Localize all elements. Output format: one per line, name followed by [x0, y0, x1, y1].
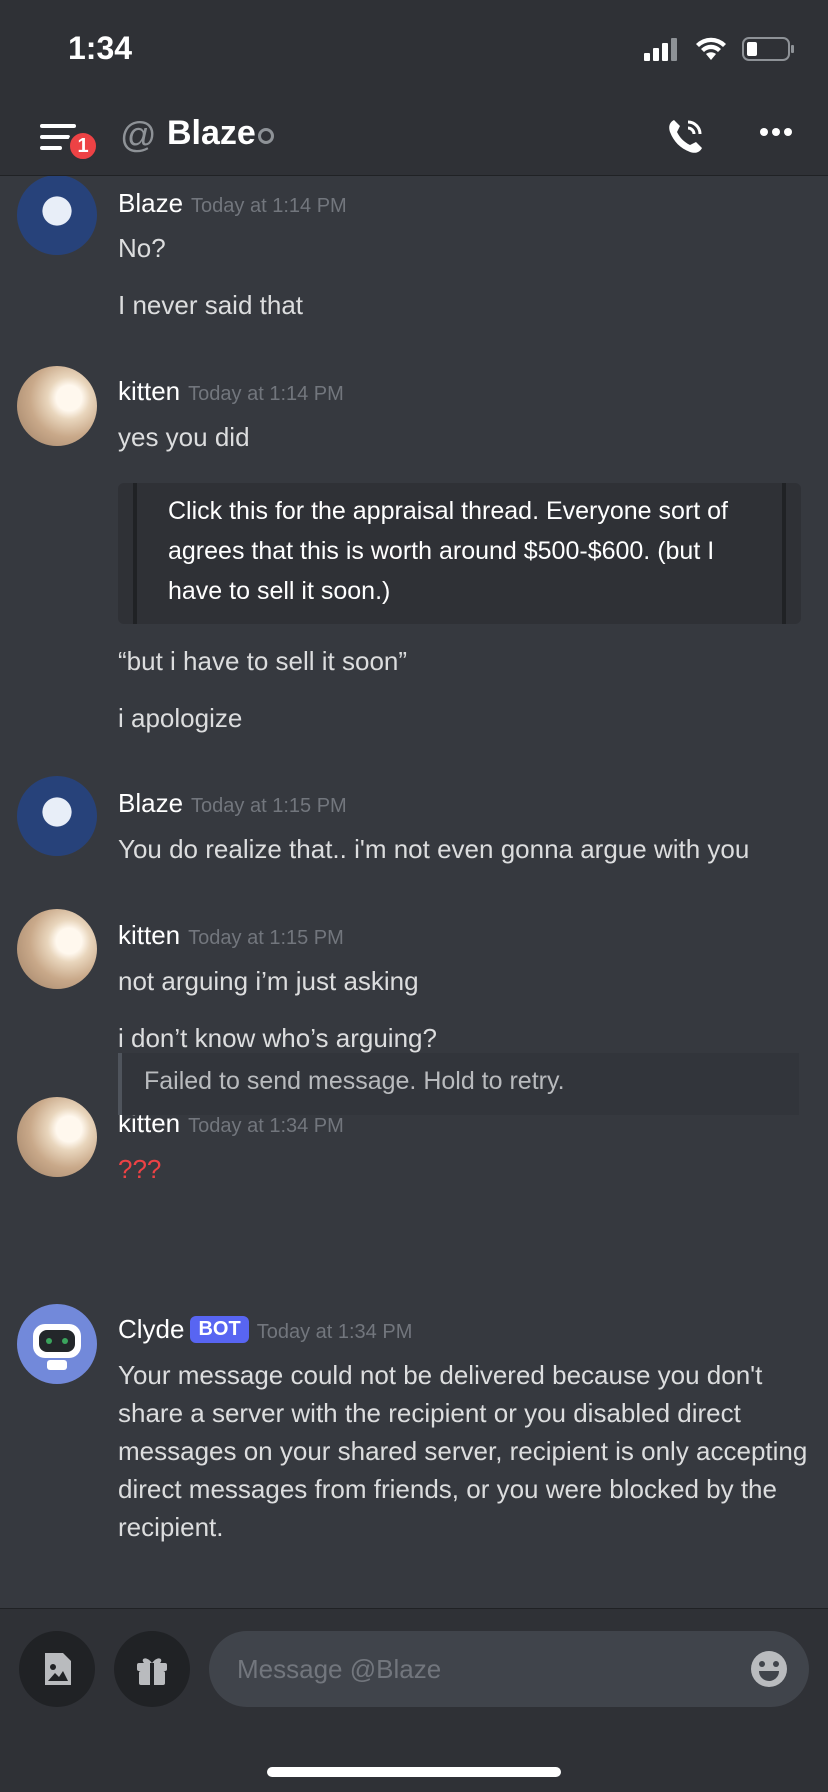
- author-name: Blaze: [118, 188, 184, 218]
- quoted-embed[interactable]: Click this for the appraisal thread. Eve…: [118, 483, 801, 624]
- failed-send-text: Failed to send message. Hold to retry.: [144, 1067, 565, 1095]
- message-author[interactable]: Clyde BOT Today at 1:34 PM: [118, 1314, 412, 1345]
- avatar[interactable]: [17, 909, 97, 989]
- message-timestamp: Today at 1:14 PM: [188, 383, 344, 405]
- author-name: kitten: [118, 376, 181, 406]
- message-text: yes you did: [118, 422, 250, 452]
- status-time: 1:34: [68, 30, 133, 66]
- gift-icon: [137, 1658, 167, 1685]
- message-text: “but i have to sell it soon”: [118, 646, 408, 676]
- message-text: You do realize that.. i'm not even gonna…: [118, 834, 750, 864]
- message-timestamp: Today at 1:34 PM: [256, 1321, 413, 1343]
- author-name: Clyde: [118, 1314, 185, 1344]
- offline-status-icon: [258, 128, 274, 144]
- message-timestamp: Today at 1:34 PM: [188, 1115, 344, 1137]
- avatar[interactable]: [17, 1304, 97, 1384]
- bot-tag: BOT: [190, 1316, 249, 1343]
- battery-icon: [742, 37, 794, 61]
- message-composer: [0, 1608, 828, 1792]
- message-text: Your message could not be delivered beca…: [118, 1360, 808, 1542]
- notification-badge: 1: [67, 130, 99, 162]
- author-name: Blaze: [118, 788, 184, 818]
- wifi-icon: [696, 37, 726, 60]
- at-icon: @: [120, 114, 157, 155]
- author-name: kitten: [118, 920, 181, 950]
- channel-header: 1 @ Blaze: [0, 100, 828, 176]
- message-timestamp: Today at 1:15 PM: [188, 927, 344, 949]
- message-timestamp: Today at 1:14 PM: [191, 195, 347, 217]
- avatar[interactable]: [17, 176, 97, 255]
- message-input-container[interactable]: [209, 1631, 809, 1707]
- failed-send-notice[interactable]: Failed to send message. Hold to retry.: [118, 1053, 799, 1115]
- gift-button[interactable]: [114, 1631, 190, 1707]
- attach-image-button[interactable]: [19, 1631, 95, 1707]
- status-icons: [644, 34, 796, 64]
- embed-text: Click this for the appraisal thread. Eve…: [168, 497, 728, 605]
- image-icon: [45, 1653, 71, 1685]
- message-input[interactable]: [237, 1649, 717, 1689]
- message-author[interactable]: kitten Today at 1:15 PM: [118, 920, 344, 951]
- message-author[interactable]: Blaze Today at 1:14 PM: [118, 188, 347, 219]
- message-timestamp: Today at 1:15 PM: [191, 795, 347, 817]
- message-list[interactable]: Blaze Today at 1:14 PM No? I never said t…: [0, 176, 828, 1608]
- message-text: No?: [118, 233, 166, 263]
- clyde-bot-icon: [33, 1324, 81, 1370]
- cellular-signal-icon: [644, 38, 677, 61]
- avatar[interactable]: [17, 366, 97, 446]
- avatar[interactable]: [17, 776, 97, 856]
- message-author[interactable]: Blaze Today at 1:15 PM: [118, 788, 347, 819]
- message-text: i apologize: [118, 703, 243, 733]
- message-author[interactable]: kitten Today at 1:14 PM: [118, 376, 344, 407]
- message-text: i don’t know who’s arguing?: [118, 1023, 437, 1053]
- message-text: not arguing i’m just asking: [118, 966, 419, 996]
- voice-call-icon[interactable]: [664, 114, 708, 158]
- status-bar: 1:34: [0, 0, 828, 100]
- channel-title[interactable]: Blaze: [167, 114, 256, 153]
- more-options-icon[interactable]: [758, 122, 794, 142]
- embed-divider: [133, 483, 137, 624]
- failed-message-text[interactable]: ???: [118, 1154, 161, 1185]
- home-indicator[interactable]: [267, 1767, 561, 1777]
- embed-divider: [782, 483, 786, 624]
- avatar[interactable]: [17, 1097, 97, 1177]
- emoji-icon[interactable]: [749, 1649, 789, 1689]
- message-text: I never said that: [118, 290, 303, 320]
